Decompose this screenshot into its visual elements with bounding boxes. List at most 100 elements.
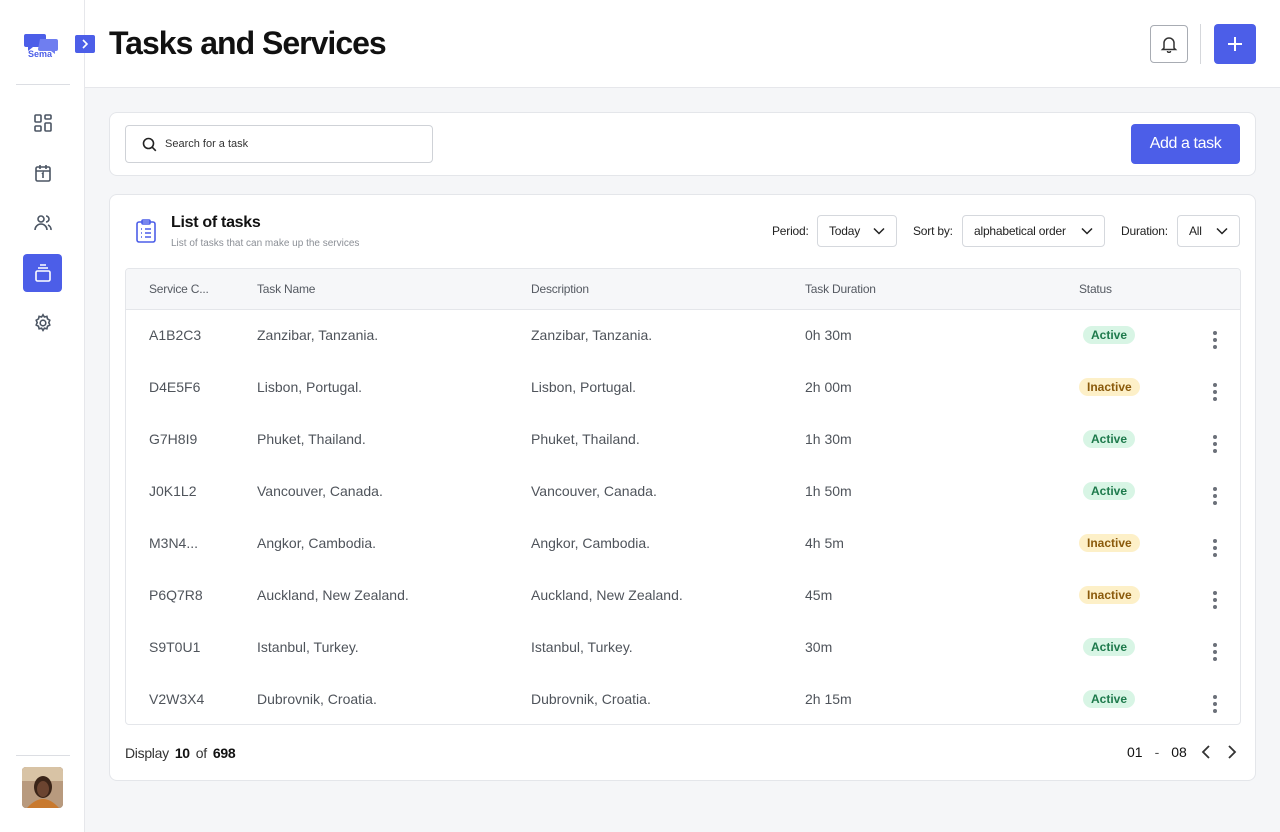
- column-header-task-name[interactable]: Task Name: [257, 269, 531, 309]
- task-name-cell: Angkor, Cambodia.: [257, 535, 377, 551]
- chevron-down-icon: [1081, 227, 1093, 235]
- description-cell: Istanbul, Turkey.: [531, 639, 633, 655]
- display-count-value[interactable]: 10: [175, 745, 190, 761]
- duration-select[interactable]: All: [1177, 215, 1240, 247]
- search-input[interactable]: [165, 138, 425, 150]
- pagination: 01 - 08: [1127, 744, 1239, 760]
- table-row[interactable]: G7H8I9 Phuket, Thailand. Phuket, Thailand.…: [126, 413, 1240, 465]
- period-label: Period:: [772, 224, 809, 238]
- task-table: Service C... Task Name Description Task …: [125, 268, 1241, 725]
- task-name-cell: Auckland, New Zealand.: [257, 587, 409, 603]
- status-cell: Inactive: [1079, 569, 1189, 621]
- task-name-cell: Lisbon, Portugal.: [257, 379, 363, 395]
- header-divider: [1200, 24, 1201, 64]
- more-options-icon[interactable]: [1212, 590, 1217, 609]
- notifications-button[interactable]: [1150, 25, 1188, 63]
- more-options-icon[interactable]: [1212, 642, 1217, 661]
- description-cell: Lisbon, Portugal.: [531, 379, 637, 395]
- add-task-button[interactable]: Add a task: [1131, 124, 1240, 164]
- row-actions-cell: [1189, 413, 1240, 465]
- task-name-cell: Zanzibar, Tanzania.: [257, 327, 379, 344]
- row-actions-cell: [1189, 569, 1240, 621]
- more-options-icon[interactable]: [1212, 538, 1217, 557]
- expand-sidebar-button[interactable]: [75, 35, 95, 53]
- task-duration-cell: 2h 00m: [805, 379, 852, 395]
- column-header-task-duration[interactable]: Task Duration: [805, 269, 1079, 309]
- page-from: 01: [1127, 744, 1143, 760]
- calendar-icon: [34, 165, 51, 182]
- task-duration-cell: 30m: [805, 639, 833, 655]
- chevron-down-icon: [873, 227, 885, 235]
- page-title: Tasks and Services: [109, 25, 387, 61]
- task-name-cell: Phuket, Thailand.: [257, 431, 366, 447]
- sidebar-item-dashboard[interactable]: [23, 104, 62, 142]
- table-row[interactable]: S9T0U1 Istanbul, Turkey. Istanbul, Turkey.…: [126, 621, 1240, 673]
- status-badge: Active: [1083, 638, 1136, 656]
- display-count: Display 10 of 698: [125, 745, 241, 761]
- more-options-icon[interactable]: [1212, 330, 1217, 349]
- service-code-cell: A1B2C3: [149, 327, 202, 344]
- row-actions-cell: [1189, 517, 1240, 569]
- layers-icon: [34, 264, 51, 282]
- task-duration-cell: 45m: [805, 587, 833, 603]
- status-cell: Inactive: [1079, 517, 1189, 569]
- total-count: 698: [212, 745, 236, 761]
- task-name-cell: Vancouver, Canada.: [257, 483, 383, 499]
- description-cell: Angkor, Cambodia.: [531, 535, 651, 551]
- more-options-icon[interactable]: [1212, 382, 1217, 401]
- table-row[interactable]: D4E5F6 Lisbon, Portugal. Lisbon, Portugal.…: [126, 361, 1240, 413]
- sidebar-item-settings[interactable]: [23, 304, 62, 342]
- sidebar-item-users[interactable]: [23, 204, 62, 242]
- more-options-icon[interactable]: [1212, 694, 1217, 713]
- prev-page-button[interactable]: [1199, 744, 1213, 760]
- search-box[interactable]: [125, 125, 433, 163]
- avatar[interactable]: [22, 767, 63, 808]
- sidebar-item-tasks[interactable]: [23, 254, 62, 292]
- column-header-service-code[interactable]: Service C...: [126, 269, 257, 309]
- page-to: 08: [1171, 744, 1187, 760]
- chevron-left-icon: [1201, 745, 1210, 759]
- status-badge: Inactive: [1079, 378, 1140, 396]
- table-row[interactable]: V2W3X4 Dubrovnik, Croatia. Dubrovnik, Croa…: [126, 673, 1240, 724]
- task-duration-cell: 4h 5m: [805, 535, 844, 551]
- table-row[interactable]: P6Q7R8 Auckland, New Zealand. Auckland, Ne…: [126, 569, 1240, 621]
- chevron-down-icon: [1216, 227, 1228, 235]
- row-actions-cell: [1189, 465, 1240, 517]
- task-duration-cell: 0h 30m: [805, 327, 852, 344]
- chevron-right-icon: [82, 39, 89, 49]
- row-actions-cell: [1189, 621, 1240, 673]
- sort-value: alphabetical order: [974, 224, 1066, 238]
- status-badge: Active: [1083, 482, 1136, 500]
- more-options-icon[interactable]: [1212, 486, 1217, 505]
- period-select[interactable]: Today: [817, 215, 897, 247]
- column-header-actions: [1189, 269, 1240, 309]
- list-subtitle: List of tasks that can make up the servi…: [171, 238, 360, 249]
- status-cell: Active: [1079, 673, 1189, 724]
- status-badge: Active: [1083, 430, 1136, 448]
- search-icon: [142, 137, 157, 151]
- table-row[interactable]: M3N4... Angkor, Cambodia. Angkor, Cambodia…: [126, 517, 1240, 569]
- column-header-status[interactable]: Status: [1079, 269, 1189, 309]
- chevron-right-icon: [1228, 745, 1237, 759]
- table-row[interactable]: A1B2C3 Zanzibar, Tanzania. Zanzibar, Tanza…: [126, 309, 1240, 361]
- gear-icon: [34, 313, 51, 332]
- users-icon: [33, 215, 52, 231]
- status-cell: Active: [1079, 413, 1189, 465]
- sort-select[interactable]: alphabetical order: [962, 215, 1105, 247]
- row-actions-cell: [1189, 361, 1240, 413]
- task-list-card: List of tasks List of tasks that can mak…: [109, 194, 1256, 781]
- brand-name: Sema: [28, 49, 53, 59]
- sidebar-item-calendar[interactable]: [23, 154, 62, 192]
- more-options-icon[interactable]: [1212, 434, 1217, 453]
- status-badge: Inactive: [1079, 534, 1140, 552]
- page-header: Tasks and Services: [85, 0, 1280, 88]
- task-name-cell: Istanbul, Turkey.: [257, 639, 359, 655]
- next-page-button[interactable]: [1225, 744, 1239, 760]
- table-row[interactable]: J0K1L2 Vancouver, Canada. Vancouver, Canad…: [126, 465, 1240, 517]
- create-button[interactable]: [1214, 24, 1256, 64]
- list-title: List of tasks: [171, 214, 261, 231]
- status-badge: Inactive: [1079, 586, 1140, 604]
- column-header-description[interactable]: Description: [531, 269, 805, 309]
- plus-icon: [1228, 37, 1242, 51]
- service-code-cell: V2W3X4: [149, 691, 205, 707]
